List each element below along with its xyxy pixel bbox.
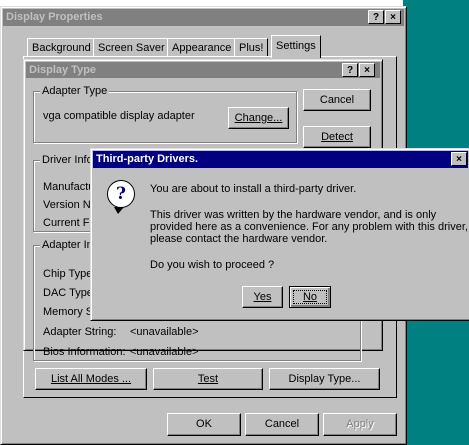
display-type-button[interactable]: Display Type... [269, 368, 380, 390]
tab-screen-saver[interactable]: Screen Saver [93, 38, 170, 57]
detect-button-label: Detect [321, 131, 353, 143]
tab-background[interactable]: Background [27, 38, 96, 57]
third-party-message-line2: This driver was written by the hardware … [150, 209, 468, 245]
no-button-label: No [302, 291, 318, 303]
yes-button-label: Yes [253, 291, 272, 303]
dac-type-label: DAC Type [43, 287, 93, 299]
display-type-close-icon[interactable]: × [359, 63, 375, 77]
cancel-display-type-button[interactable]: Cancel [303, 89, 371, 111]
tab-settings[interactable]: Settings [271, 35, 321, 58]
adapter-string-value: <unavailable> [130, 326, 199, 338]
question-icon: ? [107, 180, 135, 214]
change-button-label: Change... [234, 112, 283, 124]
display-type-help-button[interactable]: ? [342, 63, 358, 77]
adapter-string-label: Adapter String: [43, 326, 117, 338]
third-party-message-line1: You are about to install a third-party d… [150, 183, 357, 195]
no-button[interactable]: No [289, 286, 331, 308]
close-icon[interactable]: × [385, 10, 401, 24]
adapter-name: vga compatible display adapter [43, 110, 195, 122]
yes-button[interactable]: Yes [242, 286, 283, 308]
change-button[interactable]: Change... [228, 107, 289, 129]
detect-button[interactable]: Detect [303, 126, 371, 148]
list-all-modes-button[interactable]: List All Modes ... [35, 368, 147, 390]
display-type-titlebar[interactable]: Display Type [26, 62, 380, 78]
third-party-drivers-titlebar[interactable]: Third-party Drivers. [93, 151, 468, 168]
display-properties-title: Display Properties [6, 11, 103, 23]
bios-information-value: <unavailable> [130, 346, 199, 358]
third-party-drivers-title: Third-party Drivers. [96, 153, 199, 165]
display-properties-titlebar[interactable]: Display Properties [3, 9, 404, 26]
chip-type-label: Chip Type [43, 268, 93, 280]
bios-information-label: Bios Information: [43, 346, 126, 358]
ok-button[interactable]: OK [167, 413, 241, 436]
display-type-title: Display Type [29, 64, 97, 76]
help-button[interactable]: ? [368, 10, 384, 24]
tab-plus[interactable]: Plus! [234, 38, 269, 57]
adapter-type-legend: Adapter Type [40, 85, 110, 97]
test-button-label: Test [197, 373, 219, 385]
list-all-modes-label: List All Modes ... [50, 373, 132, 385]
third-party-drivers-dialog: Third-party Drivers. × ? You are about t… [90, 148, 469, 321]
tab-appearance[interactable]: Appearance [167, 38, 237, 57]
third-party-message-line3: Do you wish to proceed ? [150, 259, 275, 271]
driver-info-legend: Driver Info [40, 154, 95, 166]
third-party-close-icon[interactable]: × [451, 152, 467, 166]
apply-button[interactable]: Apply [323, 413, 397, 436]
test-button[interactable]: Test [153, 368, 263, 390]
cancel-button[interactable]: Cancel [245, 413, 319, 436]
